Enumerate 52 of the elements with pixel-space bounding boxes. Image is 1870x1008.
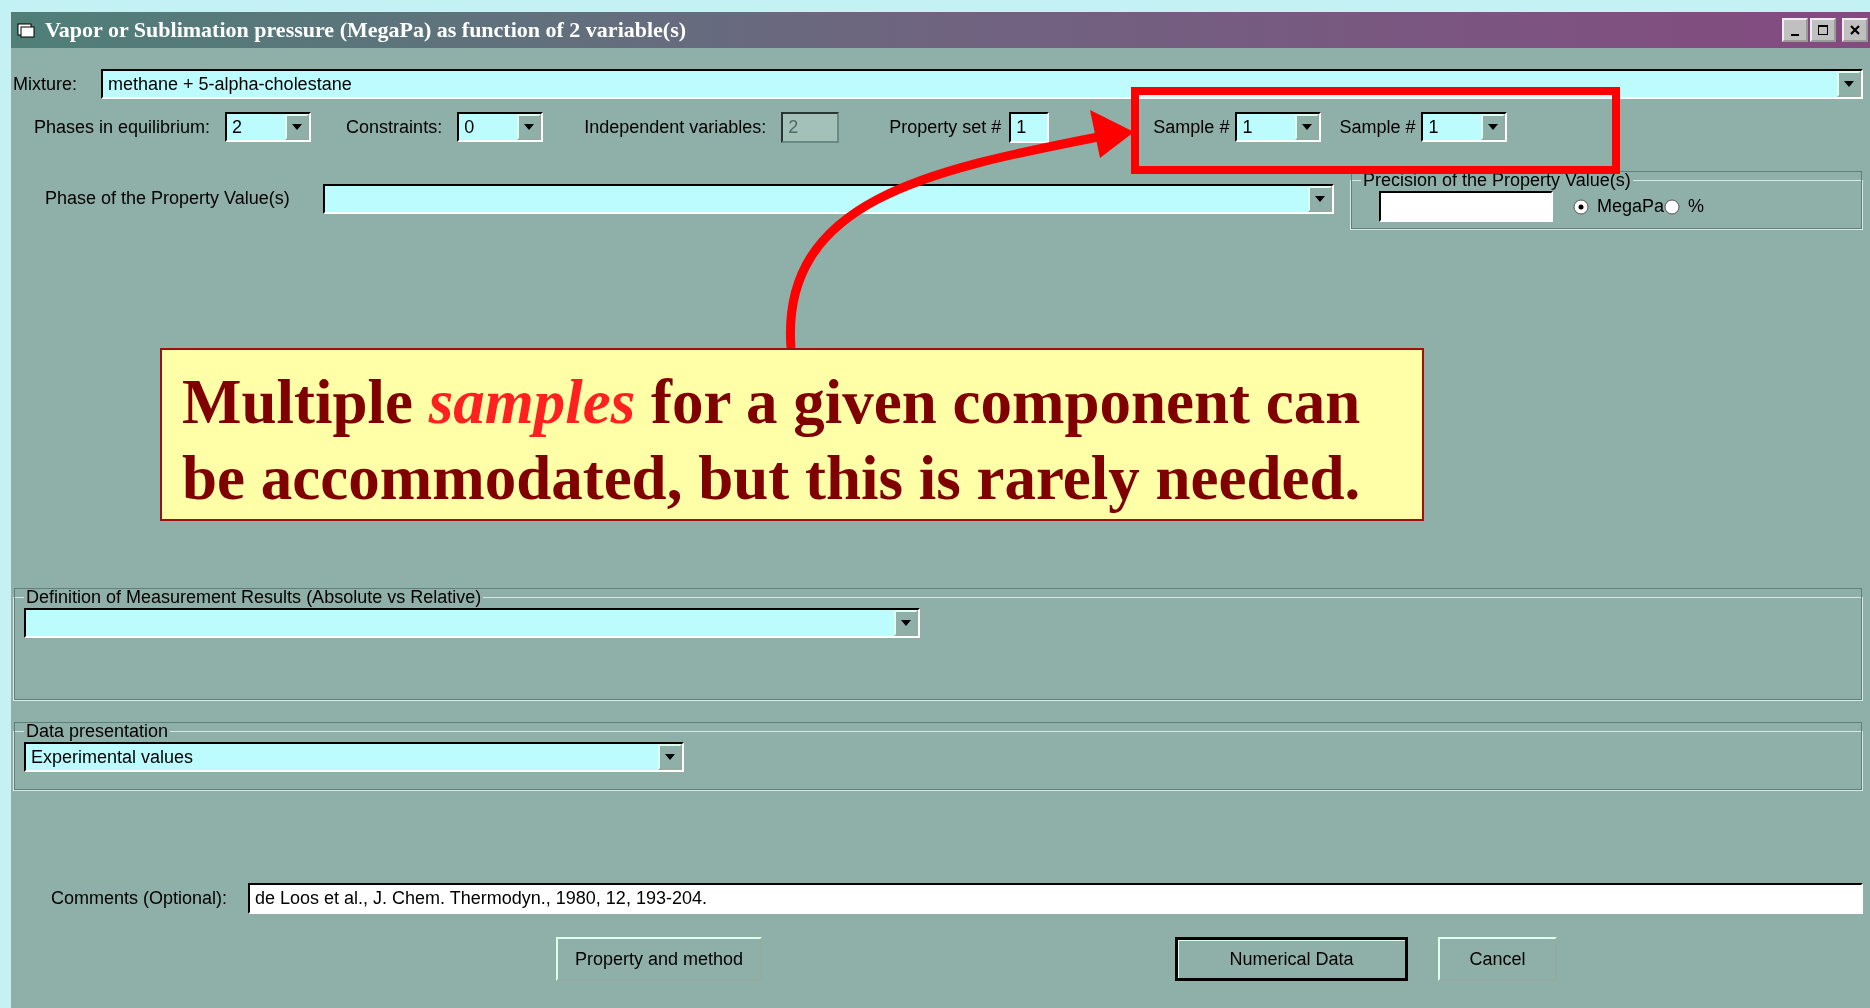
- phase-label: Phase of the Property Value(s): [45, 188, 291, 209]
- property-set-label: Property set #: [889, 116, 1002, 138]
- minimize-icon: [1791, 34, 1799, 36]
- caret-down-icon: [665, 754, 675, 760]
- phases-dropdown[interactable]: 2: [225, 112, 312, 142]
- dialog-button[interactable]: Cancel: [1438, 937, 1557, 981]
- caret-down-icon: [1488, 124, 1499, 130]
- maximize-button[interactable]: [1810, 18, 1836, 42]
- close-button[interactable]: [1842, 18, 1868, 42]
- dropdown-button[interactable]: [658, 744, 682, 770]
- unit-radio[interactable]: MegaPa: [1573, 196, 1665, 217]
- caret-down-icon: [292, 124, 303, 130]
- dialog-button[interactable]: Property and method: [556, 937, 762, 981]
- unit-radio[interactable]: %: [1664, 196, 1705, 217]
- property-set-field[interactable]: 1: [1009, 111, 1050, 143]
- sample-label: Sample #: [1153, 116, 1230, 138]
- sample-label: Sample #: [1339, 116, 1416, 138]
- mixture-dropdown[interactable]: methane + 5-alpha-cholestane: [101, 69, 1863, 99]
- constraints-label: Constraints:: [346, 116, 443, 138]
- close-icon: [1850, 25, 1860, 35]
- caret-down-icon: [1302, 124, 1313, 130]
- definition-dropdown[interactable]: [24, 608, 920, 638]
- dropdown-button[interactable]: [894, 610, 918, 636]
- precision-field[interactable]: [1379, 191, 1553, 222]
- mixture-label: Mixture:: [13, 73, 78, 95]
- caret-down-icon: [1844, 81, 1854, 87]
- maximize-icon: [1818, 25, 1828, 35]
- window-icon: [17, 22, 35, 38]
- dropdown-button[interactable]: [1837, 71, 1861, 97]
- independent-variables-label: Independent variables:: [584, 116, 767, 138]
- group-title: Definition of Measurement Results (Absolute vs Relative): [25, 587, 483, 608]
- group-title: Data presentation: [25, 721, 170, 742]
- dropdown-button[interactable]: [1295, 114, 1320, 140]
- sample-dropdown[interactable]: 1: [1421, 112, 1508, 142]
- phase-dropdown[interactable]: [323, 183, 1334, 214]
- comments-label: Comments (Optional):: [51, 888, 229, 909]
- dropdown-button[interactable]: [1481, 114, 1506, 140]
- dropdown-button[interactable]: [1308, 185, 1332, 212]
- window-title: Vapor or Sublimation pressure (MegaPa) as function of 2 variable(s): [45, 17, 687, 43]
- caret-down-icon: [901, 620, 911, 626]
- caret-down-icon: [524, 124, 535, 130]
- dropdown-button[interactable]: [517, 114, 542, 140]
- minimize-button[interactable]: [1782, 18, 1808, 42]
- caret-down-icon: [1315, 195, 1325, 202]
- dialog-button[interactable]: Numerical Data: [1175, 937, 1408, 981]
- data-presentation-dropdown[interactable]: Experimental values: [24, 742, 684, 772]
- dropdown-button[interactable]: [285, 114, 310, 140]
- comments-field[interactable]: de Loos et al., J. Chem. Thermodyn., 1980, 12, 193-204.: [248, 883, 1863, 914]
- callout-note: Multiple samples for a given component can be accommodated, but this is rarely needed.: [160, 348, 1424, 521]
- sample-dropdown[interactable]: 1: [1235, 112, 1322, 142]
- phases-label: Phases in equilibrium:: [34, 116, 211, 138]
- constraints-dropdown[interactable]: 0: [457, 112, 544, 142]
